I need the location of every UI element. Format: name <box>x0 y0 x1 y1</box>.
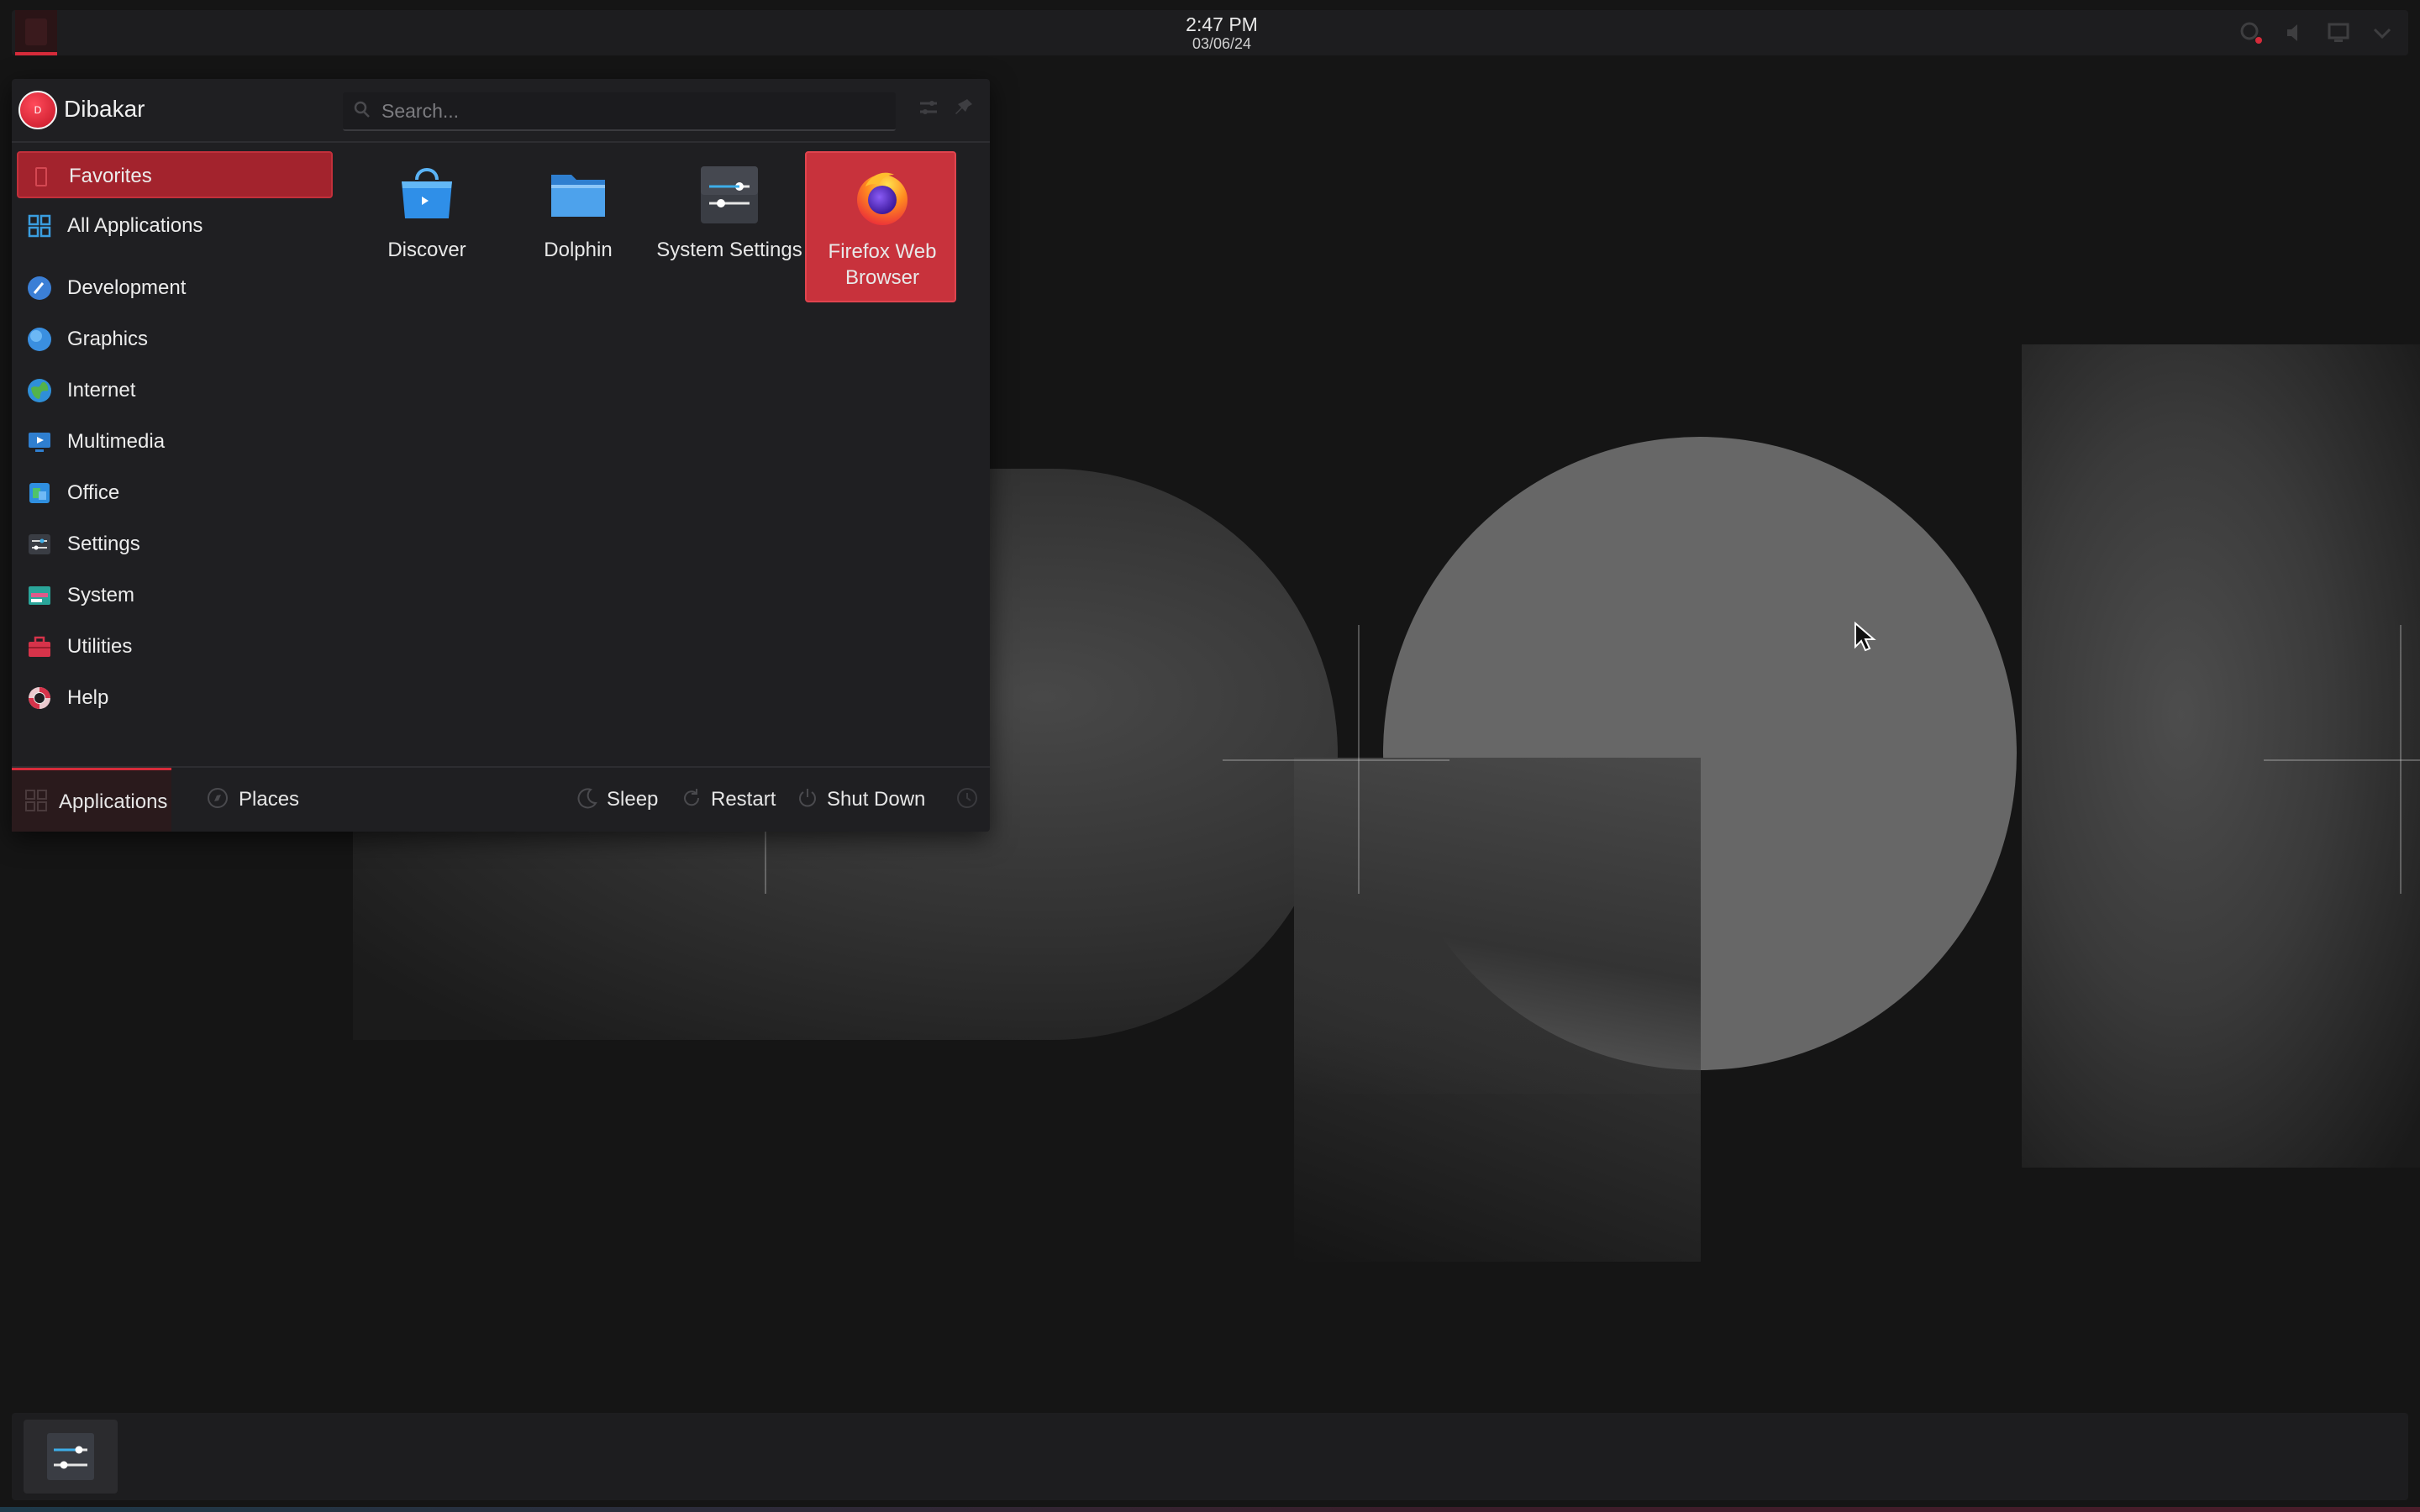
notification-badge <box>2255 37 2262 44</box>
tab-places-label: Places <box>239 788 300 811</box>
top-panel: 2:47 PM 03/06/24 <box>12 10 2408 55</box>
bottom-panel <box>12 1413 2408 1500</box>
sidebar-item-development[interactable]: Development <box>17 265 333 312</box>
tile-label: Dolphin <box>544 239 613 261</box>
category-sidebar: Favorites All Applications Development G… <box>17 151 333 726</box>
graphics-icon <box>27 327 52 352</box>
lifebuoy-icon <box>27 685 52 711</box>
globe-icon <box>27 378 52 403</box>
office-icon <box>27 480 52 506</box>
volume-icon[interactable] <box>2282 20 2307 45</box>
sidebar-item-label: Help <box>67 686 109 709</box>
chevron-down-icon[interactable] <box>2370 20 2395 45</box>
grid-icon <box>27 213 52 239</box>
sliders-icon <box>699 165 760 225</box>
tile-label: Discover <box>387 239 466 261</box>
sidebar-item-label: Utilities <box>67 635 133 658</box>
sidebar-item-graphics[interactable]: Graphics <box>17 316 333 363</box>
system-tray <box>2238 20 2395 45</box>
sidebar-item-help[interactable]: Help <box>17 675 333 722</box>
sidebar-item-internet[interactable]: Internet <box>17 367 333 414</box>
favorite-app-discover[interactable]: Discover <box>351 151 502 302</box>
digital-clock[interactable]: 2:47 PM 03/06/24 <box>1138 13 1306 52</box>
sidebar-item-label: Graphics <box>67 328 149 350</box>
settings-icon <box>27 532 52 557</box>
favorite-app-dolphin[interactable]: Dolphin <box>502 151 654 302</box>
shut-down-button[interactable]: Shut Down <box>792 768 951 832</box>
sidebar-item-favorites[interactable]: Favorites <box>17 151 333 198</box>
sidebar-item-office[interactable]: Office <box>17 470 333 517</box>
sleep-label: Sleep <box>607 788 659 811</box>
mouse-cursor-icon <box>1854 622 1876 652</box>
sidebar-item-label: Favorites <box>69 165 152 187</box>
sidebar-item-label: Office <box>67 481 120 504</box>
sidebar-item-all-applications[interactable]: All Applications <box>17 202 333 249</box>
display-icon[interactable] <box>2326 20 2351 45</box>
clock-time: 2:47 PM <box>1186 13 1258 35</box>
search-icon <box>353 99 371 127</box>
folder-icon <box>548 165 608 225</box>
system-icon <box>27 583 52 608</box>
sidebar-item-label: Settings <box>67 533 140 555</box>
wallpaper-crosshair-line <box>1223 759 1449 761</box>
notification-icon[interactable] <box>2238 20 2264 45</box>
avatar[interactable]: D <box>18 91 57 129</box>
tab-applications[interactable]: Applications <box>12 768 171 832</box>
favorite-app-system-settings[interactable]: System Settings <box>654 151 805 302</box>
compass-icon <box>205 786 230 811</box>
wallpaper-crosshair-line <box>2400 625 2402 894</box>
restart-button[interactable]: Restart <box>676 768 793 832</box>
application-launcher-menu: D Dibakar Favorites All Applications Dev… <box>12 79 990 832</box>
sidebar-item-label: Internet <box>67 379 136 402</box>
wallpaper-crosshair-line <box>2264 759 2420 761</box>
task-manager-item-system-settings[interactable] <box>24 1420 118 1494</box>
sidebar-item-label: Multimedia <box>67 430 166 453</box>
pin-icon[interactable] <box>950 96 978 124</box>
restart-icon <box>679 786 704 811</box>
sidebar-item-multimedia[interactable]: Multimedia <box>17 418 333 465</box>
power-icon <box>795 786 820 811</box>
clock-date: 03/06/24 <box>1192 35 1252 52</box>
wallpaper-crosshair-line <box>765 832 766 894</box>
tile-label: System Settings <box>656 239 802 261</box>
search-input[interactable] <box>380 97 884 124</box>
sidebar-item-utilities[interactable]: Utilities <box>17 623 333 670</box>
restart-label: Restart <box>711 788 776 811</box>
wallpaper-crosshair-line <box>1358 625 1360 894</box>
tab-applications-label: Applications <box>59 790 168 813</box>
grid-icon <box>24 789 49 814</box>
multimedia-icon <box>27 429 52 454</box>
tab-places[interactable]: Places <box>202 768 319 832</box>
sidebar-item-label: All Applications <box>67 214 203 237</box>
username: Dibakar <box>64 96 145 122</box>
firefox-icon <box>852 166 913 227</box>
discover-icon <box>397 165 457 225</box>
menu-header: D Dibakar <box>12 79 990 143</box>
favorite-app-firefox[interactable]: Firefox Web Browser <box>805 151 956 302</box>
sidebar-item-settings[interactable]: Settings <box>17 521 333 568</box>
wallpaper-square-overlay <box>1294 758 1701 1094</box>
favorites-grid: Discover Dolphin System Settings Firefox… <box>351 151 973 487</box>
menu-footer: Applications Places Sleep Restart Shut D… <box>12 766 990 832</box>
sidebar-item-label: Development <box>67 276 187 299</box>
shut-down-label: Shut Down <box>827 788 926 811</box>
search-box[interactable] <box>343 92 896 131</box>
more-power-options-button[interactable] <box>951 768 985 832</box>
toolbox-icon <box>27 634 52 659</box>
power-options-icon <box>955 786 980 811</box>
configure-icon[interactable] <box>914 96 943 124</box>
bookmark-icon <box>29 164 54 189</box>
tile-label: Firefox Web Browser <box>828 240 937 289</box>
development-icon <box>27 276 52 301</box>
sleep-button[interactable]: Sleep <box>571 768 681 832</box>
moon-icon <box>575 786 600 811</box>
wallpaper-strip-shape <box>2022 344 2420 1168</box>
launcher-icon <box>25 18 47 45</box>
bottom-accent-strip <box>0 1507 2420 1512</box>
sliders-icon <box>47 1433 94 1480</box>
application-launcher-button[interactable] <box>15 10 57 55</box>
sidebar-item-label: System <box>67 584 135 606</box>
sidebar-item-system[interactable]: System <box>17 572 333 619</box>
